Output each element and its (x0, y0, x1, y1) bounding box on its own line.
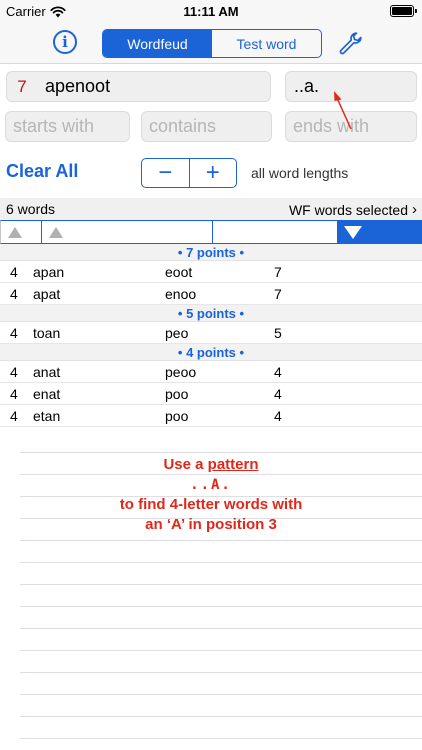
word-length: 4 (10, 325, 18, 341)
selection-label: WF words selected (288, 201, 408, 218)
table-row[interactable]: 4 anat peoo 4 (0, 361, 422, 383)
group-header: • 7 points • (0, 244, 422, 261)
word-length: 4 (10, 286, 18, 302)
starts-with-placeholder: starts with (13, 116, 95, 136)
sort-ascending-icon (49, 226, 63, 238)
points: 7 (274, 264, 282, 280)
letters-value: apenoot (45, 76, 111, 96)
hint-prefix: Use a (163, 456, 204, 473)
word: apan (33, 264, 65, 280)
decrement-button[interactable]: − (142, 159, 189, 187)
battery-icon (390, 5, 417, 17)
word-count: 6 words (6, 201, 56, 217)
hint-line-4: an ‘A’ in position 3 (145, 516, 277, 533)
toolbar: i Wordfeud Test word (0, 22, 422, 64)
word-selection-link[interactable]: WF words selected › (289, 201, 417, 218)
remaining-letters: poo (165, 408, 189, 424)
sort-ascending-icon (8, 226, 22, 238)
clear-all-button[interactable]: Clear All (6, 161, 78, 182)
pointer-arrow-icon (334, 91, 352, 130)
mode-segmented-control: Wordfeud Test word (102, 29, 322, 58)
word-length-label: all word lengths (251, 165, 349, 181)
word: anat (33, 364, 61, 380)
points: 4 (274, 386, 282, 402)
starts-with-input[interactable]: starts with (5, 111, 130, 142)
list-header: 6 words WF words selected › (0, 198, 422, 220)
tab-test-word[interactable]: Test word (212, 30, 321, 57)
sort-descending-icon (344, 225, 362, 239)
word-length: 4 (10, 264, 18, 280)
chevron-right-icon: › (412, 201, 417, 218)
contains-placeholder: contains (149, 116, 217, 136)
word-length: 4 (10, 364, 18, 380)
remaining-letters: poo (165, 386, 189, 402)
points: 4 (274, 364, 282, 380)
status-bar: Carrier 11:11 AM (0, 0, 422, 22)
group-header: • 4 points • (0, 344, 422, 361)
hint-link: pattern (207, 456, 259, 473)
word-list: • 7 points • 4 apan eoot 7 4 apat enoo 7… (0, 244, 422, 427)
word-length: 4 (10, 386, 18, 402)
sort-by-points[interactable] (337, 220, 422, 244)
table-row[interactable]: 4 apat enoo 7 (0, 283, 422, 305)
pattern-hint: Use a pattern ..A. to find 4-letter word… (0, 455, 422, 535)
points: 7 (274, 286, 282, 302)
points: 4 (274, 408, 282, 424)
sort-by-remaining[interactable] (212, 220, 337, 244)
hint-line-3: to find 4-letter words with (119, 496, 303, 513)
table-row[interactable]: 4 enat poo 4 (0, 383, 422, 405)
remaining-letters: peoo (165, 364, 197, 380)
word: toan (33, 325, 61, 341)
points: 5 (274, 325, 282, 341)
hint-pattern-example: ..A. (190, 477, 232, 493)
sort-by-word[interactable] (41, 220, 212, 244)
sort-by-length[interactable] (0, 220, 41, 244)
length-stepper: − + (141, 158, 237, 188)
remaining-letters: eoot (165, 264, 193, 280)
tab-wordfeud[interactable]: Wordfeud (103, 30, 212, 57)
word: etan (33, 408, 61, 424)
contains-input[interactable]: contains (141, 111, 272, 142)
word-length: 4 (10, 408, 18, 424)
remaining-letters: peo (165, 325, 189, 341)
clock: 11:11 AM (183, 4, 239, 19)
table-row[interactable]: 4 apan eoot 7 (0, 261, 422, 283)
table-row[interactable]: 4 etan poo 4 (0, 405, 422, 427)
letters-input[interactable]: 7 apenoot (6, 71, 271, 102)
sort-header (0, 220, 422, 244)
hint-line-1: Use a pattern (0, 455, 422, 475)
group-header: • 5 points • (0, 305, 422, 322)
remaining-letters: enoo (165, 286, 197, 302)
info-icon[interactable]: i (53, 30, 77, 54)
wrench-icon[interactable] (337, 30, 363, 56)
table-row[interactable]: 4 toan peo 5 (0, 322, 422, 344)
word: enat (33, 386, 61, 402)
increment-button[interactable]: + (188, 159, 237, 187)
letter-count: 7 (17, 76, 27, 96)
pattern-value: ..a. (294, 76, 320, 96)
word: apat (33, 286, 61, 302)
